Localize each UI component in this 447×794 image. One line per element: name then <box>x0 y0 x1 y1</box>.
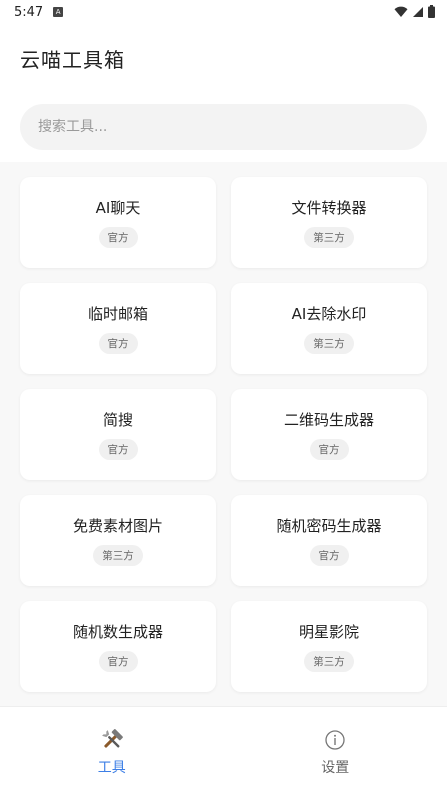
nav-tab-settings[interactable]: 设置 <box>224 707 447 794</box>
tool-badge: 第三方 <box>304 227 354 248</box>
notification-icon: A <box>53 7 64 17</box>
tool-name: 简搜 <box>102 411 133 429</box>
tool-badge: 第三方 <box>304 651 354 672</box>
tool-card[interactable]: AI去除水印 第三方 <box>231 283 427 374</box>
tool-grid-area: AI聊天 官方 文件转换器 第三方 临时邮箱 官方 AI去除水印 第三方 简搜 … <box>0 162 447 706</box>
tool-badge: 官方 <box>98 651 138 672</box>
tool-card[interactable]: 随机密码生成器 官方 <box>231 495 427 586</box>
tool-card[interactable]: 明星影院 第三方 <box>231 601 427 692</box>
tool-name: 随机数生成器 <box>72 623 163 641</box>
status-time: 5:47 <box>14 4 44 20</box>
tool-badge: 官方 <box>98 333 138 354</box>
battery-icon <box>428 5 435 18</box>
nav-tools-label: 工具 <box>97 760 126 776</box>
tool-card[interactable]: 文件转换器 第三方 <box>231 177 427 268</box>
tool-card[interactable]: 临时邮箱 官方 <box>20 283 216 374</box>
status-icons <box>394 5 435 18</box>
tool-badge: 第三方 <box>304 333 354 354</box>
tool-name: 文件转换器 <box>291 199 367 217</box>
nav-settings-label: 设置 <box>321 760 350 776</box>
search-input[interactable] <box>20 104 427 150</box>
tool-name: AI去除水印 <box>291 305 367 323</box>
tool-name: 免费素材图片 <box>72 517 163 535</box>
tools-icon <box>99 727 125 753</box>
tool-grid: AI聊天 官方 文件转换器 第三方 临时邮箱 官方 AI去除水印 第三方 简搜 … <box>20 177 427 692</box>
tool-badge: 官方 <box>98 227 138 248</box>
bottom-nav: 工具 设置 <box>0 706 447 794</box>
nav-tab-tools[interactable]: 工具 <box>0 707 224 794</box>
tool-badge: 官方 <box>98 439 138 460</box>
info-icon <box>322 727 348 753</box>
tool-name: 临时邮箱 <box>87 305 148 323</box>
tool-card[interactable]: AI聊天 官方 <box>20 177 216 268</box>
tool-badge: 官方 <box>309 439 349 460</box>
tool-card[interactable]: 二维码生成器 官方 <box>231 389 427 480</box>
tool-card[interactable]: 简搜 官方 <box>20 389 216 480</box>
tool-name: 随机密码生成器 <box>276 517 382 535</box>
app-title: 云喵工具箱 <box>20 48 125 72</box>
tool-card[interactable]: 免费素材图片 第三方 <box>20 495 216 586</box>
signal-icon <box>413 6 423 17</box>
tool-badge: 官方 <box>309 545 349 566</box>
tool-name: AI聊天 <box>95 199 141 217</box>
tool-card[interactable]: 随机数生成器 官方 <box>20 601 216 692</box>
tool-name: 明星影院 <box>298 623 359 641</box>
wifi-icon <box>394 6 408 17</box>
tool-badge: 第三方 <box>93 545 143 566</box>
tool-name: 二维码生成器 <box>283 411 374 429</box>
status-bar: 5:47 A <box>0 0 447 24</box>
